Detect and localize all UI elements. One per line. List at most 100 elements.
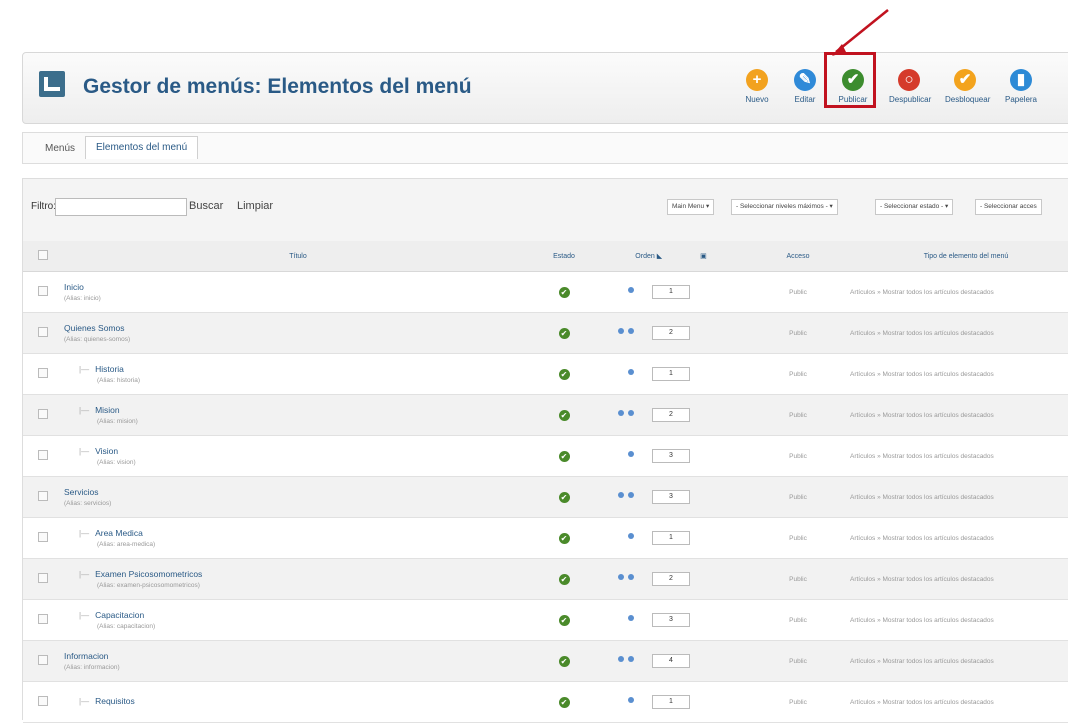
checkin-button[interactable]: ✔ Desbloquear (945, 69, 990, 104)
row-checkbox[interactable] (38, 491, 48, 501)
state-select[interactable]: - Seleccionar estado - ▾ (875, 199, 954, 215)
order-input[interactable]: 4 (652, 654, 690, 668)
menu-select[interactable]: Main Menu ▾ (667, 199, 715, 215)
reorder-arrow-icon[interactable] (628, 574, 634, 580)
table-row[interactable]: |— Area Medica (Alias: area-medica) ✔ 1 Publi… (23, 517, 1068, 559)
table-row[interactable]: |— Examen Psicosomometricos (Alias: examen… (23, 558, 1068, 600)
reorder-arrow-icon[interactable] (628, 656, 634, 662)
filter-bar: Filtro: Buscar Limpiar Main Menu ▾ - Sel… (23, 179, 1068, 229)
published-status-icon[interactable]: ✔ (558, 532, 570, 544)
row-checkbox[interactable] (38, 614, 48, 624)
order-input[interactable]: 3 (652, 449, 690, 463)
col-order[interactable]: Orden ◣ ▣ (595, 241, 747, 272)
item-alias: (Alias: quienes-somos) (64, 336, 131, 343)
row-checkbox[interactable] (38, 696, 48, 706)
published-status-icon[interactable]: ✔ (558, 327, 570, 339)
trash-button[interactable]: ▮ Papelera (1001, 69, 1041, 104)
page-title: Gestor de menús: Elementos del menú (83, 75, 472, 98)
row-checkbox[interactable] (38, 573, 48, 583)
published-status-icon[interactable]: ✔ (558, 655, 570, 667)
item-title-link[interactable]: Mision (95, 405, 120, 415)
reorder-arrow-icon[interactable] (618, 410, 624, 416)
col-type[interactable]: Tipo de elemento del menú (849, 241, 1068, 272)
reorder-arrow-icon[interactable] (628, 410, 634, 416)
published-status-icon[interactable]: ✔ (558, 491, 570, 503)
reorder-arrow-icon[interactable] (618, 574, 624, 580)
item-title-link[interactable]: Vision (95, 446, 118, 456)
published-status-icon[interactable]: ✔ (558, 409, 570, 421)
row-checkbox[interactable] (38, 368, 48, 378)
item-title-link[interactable]: Historia (95, 364, 124, 374)
table-row[interactable]: |— Requisitos ✔ 1 Public Artículos » Mostrar … (23, 681, 1068, 723)
trash-icon: ▮ (1010, 69, 1032, 91)
tab-menu-items[interactable]: Elementos del menú (85, 136, 199, 159)
unpublish-button[interactable]: ○ Despublicar (889, 69, 931, 104)
item-title-link[interactable]: Servicios (64, 487, 98, 497)
published-status-icon[interactable]: ✔ (558, 573, 570, 585)
row-checkbox[interactable] (38, 532, 48, 542)
levels-select[interactable]: - Seleccionar niveles máximos - ▾ (731, 199, 838, 215)
order-input[interactable]: 2 (652, 572, 690, 586)
order-cell: 3 (595, 476, 747, 518)
published-status-icon[interactable]: ✔ (558, 286, 570, 298)
order-input[interactable]: 2 (652, 326, 690, 340)
reorder-arrow-icon[interactable] (628, 492, 634, 498)
reorder-arrow-icon[interactable] (628, 615, 634, 621)
table-row[interactable]: |— Capacitacion (Alias: capacitacion) ✔ 3 Pub… (23, 599, 1068, 641)
order-input[interactable]: 3 (652, 613, 690, 627)
published-status-icon[interactable]: ✔ (558, 450, 570, 462)
clear-button[interactable]: Limpiar (237, 200, 273, 212)
item-title-link[interactable]: Quienes Somos (64, 323, 124, 333)
select-all-header[interactable] (23, 241, 63, 272)
published-status-icon[interactable]: ✔ (558, 368, 570, 380)
item-title-link[interactable]: Requisitos (95, 696, 135, 706)
save-order-icon[interactable]: ▣ (700, 253, 707, 260)
table-row[interactable]: Inicio (Alias: inicio) ✔ 1 Public Artículos »… (23, 271, 1068, 313)
search-button[interactable]: Buscar (189, 200, 223, 212)
search-input[interactable] (55, 198, 187, 216)
item-title-link[interactable]: Inicio (64, 282, 84, 292)
col-title[interactable]: Título (63, 241, 533, 272)
item-title-link[interactable]: Capacitacion (95, 610, 144, 620)
row-checkbox[interactable] (38, 655, 48, 665)
reorder-arrow-icon[interactable] (628, 369, 634, 375)
col-access[interactable]: Acceso (747, 241, 849, 272)
reorder-arrow-icon[interactable] (628, 697, 634, 703)
order-input[interactable]: 1 (652, 695, 690, 709)
access-select[interactable]: - Seleccionar acces (975, 199, 1042, 215)
item-title-link[interactable]: Area Medica (95, 528, 143, 538)
row-checkbox-cell (23, 353, 63, 395)
tab-menus[interactable]: Menús (45, 143, 75, 154)
row-checkbox[interactable] (38, 450, 48, 460)
reorder-arrow-icon[interactable] (628, 451, 634, 457)
table-row[interactable]: |— Historia (Alias: historia) ✔ 1 Public Artíc… (23, 353, 1068, 395)
order-input[interactable]: 3 (652, 490, 690, 504)
edit-button[interactable]: ✎ Editar (785, 69, 825, 104)
published-status-icon[interactable]: ✔ (558, 614, 570, 626)
order-input[interactable]: 2 (652, 408, 690, 422)
new-button[interactable]: + Nuevo (737, 69, 777, 104)
order-input[interactable]: 1 (652, 285, 690, 299)
type-cell: Artículos » Mostrar todos los artículos … (849, 517, 1068, 559)
reorder-arrow-icon[interactable] (628, 287, 634, 293)
row-checkbox[interactable] (38, 327, 48, 337)
order-input[interactable]: 1 (652, 531, 690, 545)
row-checkbox[interactable] (38, 286, 48, 296)
col-status[interactable]: Estado (533, 241, 595, 272)
item-title-link[interactable]: Examen Psicosomometricos (95, 569, 202, 579)
reorder-arrow-icon[interactable] (618, 328, 624, 334)
row-checkbox[interactable] (38, 409, 48, 419)
select-all-checkbox[interactable] (38, 250, 48, 260)
published-status-icon[interactable]: ✔ (558, 696, 570, 708)
reorder-arrow-icon[interactable] (618, 492, 624, 498)
table-row[interactable]: |— Mision (Alias: mision) ✔ 2 Public Artículos… (23, 394, 1068, 436)
table-row[interactable]: Quienes Somos (Alias: quienes-somos) ✔ 2 Pub… (23, 312, 1068, 354)
table-row[interactable]: |— Vision (Alias: vision) ✔ 3 Public Artículos… (23, 435, 1068, 477)
reorder-arrow-icon[interactable] (618, 656, 624, 662)
item-title-link[interactable]: Informacion (64, 651, 108, 661)
table-row[interactable]: Informacion (Alias: informacion) ✔ 4 Public A… (23, 640, 1068, 682)
reorder-arrow-icon[interactable] (628, 533, 634, 539)
order-input[interactable]: 1 (652, 367, 690, 381)
table-row[interactable]: Servicios (Alias: servicios) ✔ 3 Public Artíc… (23, 476, 1068, 518)
reorder-arrow-icon[interactable] (628, 328, 634, 334)
